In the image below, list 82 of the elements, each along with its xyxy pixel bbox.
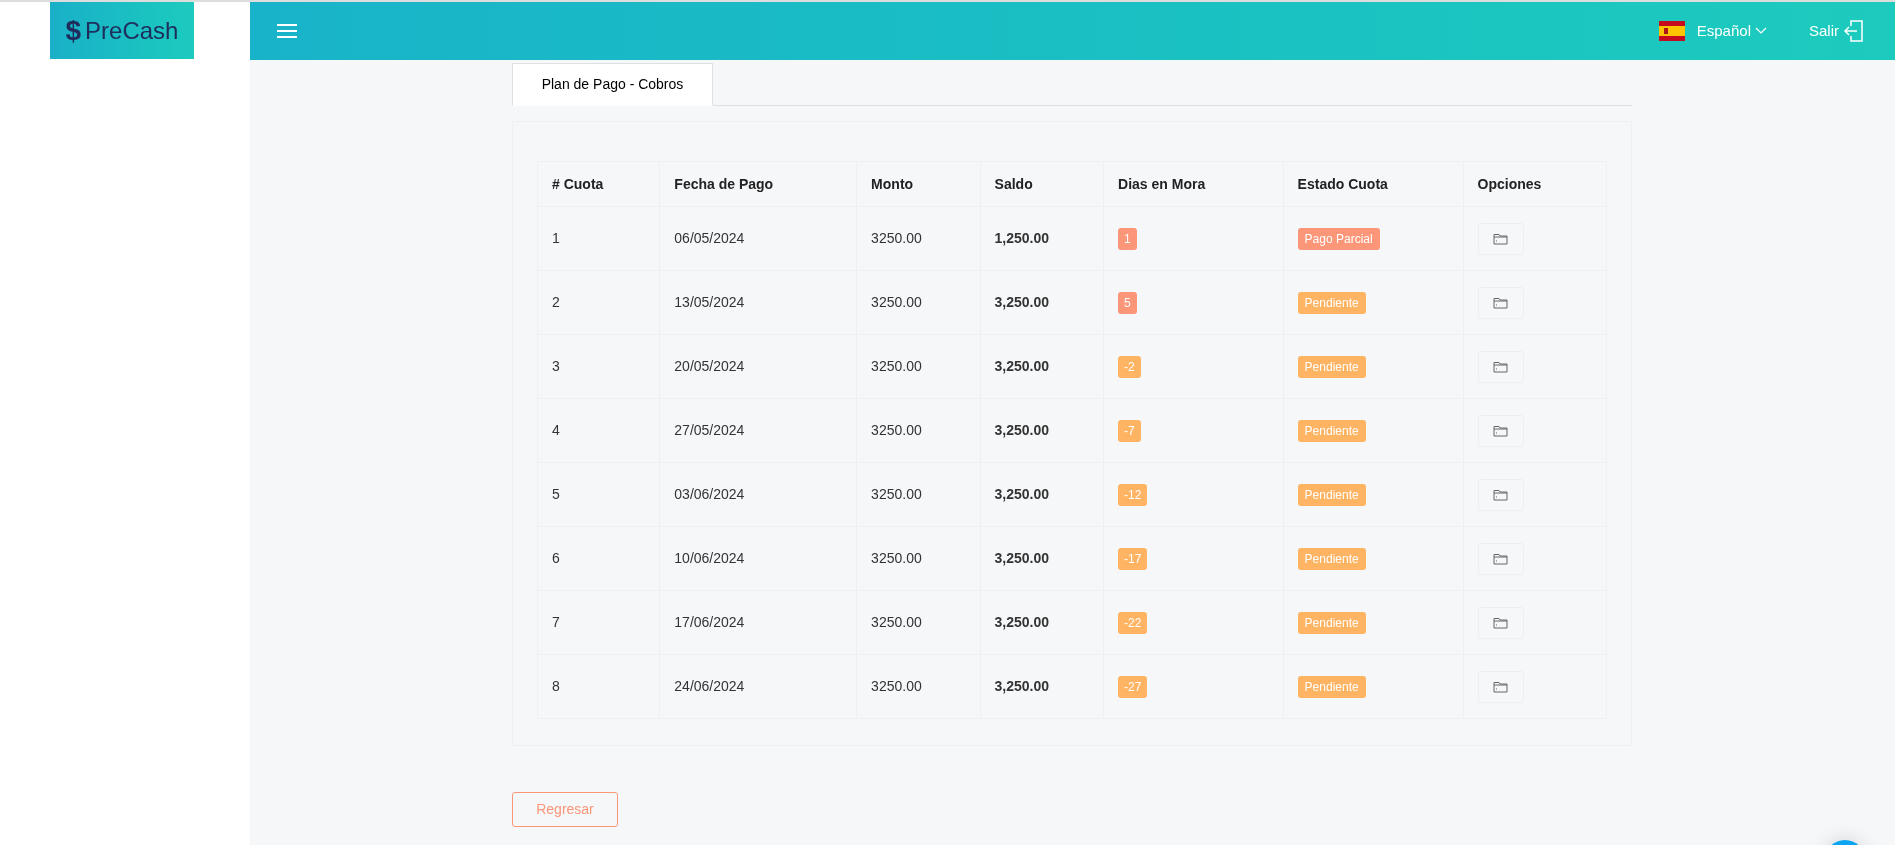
status-badge: Pendiente <box>1297 547 1366 570</box>
table-cell: 27/05/2024 <box>659 398 857 463</box>
table-cell: 13/05/2024 <box>659 270 857 335</box>
folder-button[interactable] <box>1477 606 1524 639</box>
table-cell: 3250.00 <box>856 462 981 527</box>
language-dropdown[interactable]: Español <box>1696 19 1767 43</box>
table-cell: 3,250.00 <box>980 398 1104 463</box>
table-cell: 20/05/2024 <box>659 334 857 399</box>
folder-button[interactable] <box>1477 670 1524 703</box>
status-badge: Pendiente <box>1297 611 1366 634</box>
folder-icon <box>1493 424 1509 437</box>
folder-icon <box>1493 552 1509 565</box>
back-button[interactable]: Regresar <box>512 792 618 827</box>
days-overdue-badge: -7 <box>1118 419 1141 442</box>
table-cell: 24/06/2024 <box>659 654 857 719</box>
table-cell: 2 <box>537 270 660 335</box>
folder-icon <box>1493 488 1509 501</box>
folder-button[interactable] <box>1477 414 1524 447</box>
days-overdue-badge: -22 <box>1118 611 1148 634</box>
column-header: Monto <box>856 161 981 207</box>
table-cell: 4 <box>537 398 660 463</box>
table-cell: 6 <box>537 526 660 591</box>
table-cell: 3250.00 <box>856 398 981 463</box>
table-cell: 3250.00 <box>856 270 981 335</box>
folder-icon <box>1493 296 1509 309</box>
menu-icon[interactable] <box>276 23 298 39</box>
column-header: Opciones <box>1463 161 1607 207</box>
table-cell: 1 <box>537 206 660 271</box>
folder-button[interactable] <box>1477 478 1524 511</box>
folder-icon <box>1493 616 1509 629</box>
column-header: # Cuota <box>537 161 660 207</box>
status-badge: Pago Parcial <box>1297 227 1380 250</box>
table-cell: 8 <box>537 654 660 719</box>
folder-button[interactable] <box>1477 350 1524 383</box>
column-header: Fecha de Pago <box>659 161 857 207</box>
folder-icon <box>1493 360 1509 373</box>
table-cell: 3250.00 <box>856 654 981 719</box>
table-cell: 3,250.00 <box>980 270 1104 335</box>
table-cell: 10/06/2024 <box>659 526 857 591</box>
folder-button[interactable] <box>1477 222 1524 255</box>
table-cell: 06/05/2024 <box>659 206 857 271</box>
column-header: Dias en Mora <box>1103 161 1284 207</box>
table-cell: 3,250.00 <box>980 462 1104 527</box>
status-badge: Pendiente <box>1297 291 1366 314</box>
table-cell: 3,250.00 <box>980 334 1104 399</box>
folder-button[interactable] <box>1477 542 1524 575</box>
folder-icon <box>1493 232 1509 245</box>
chevron-down-icon <box>1755 27 1767 35</box>
logo-text: PreCash <box>85 15 179 46</box>
days-overdue-badge: -27 <box>1118 675 1148 698</box>
table-cell: 3250.00 <box>856 526 981 591</box>
dollar-sign-icon: $ <box>65 9 82 52</box>
folder-icon <box>1493 680 1509 693</box>
logout-button[interactable]: Salir <box>1809 19 1863 43</box>
table-cell: 3 <box>537 334 660 399</box>
table-cell: 7 <box>537 590 660 655</box>
column-header: Estado Cuota <box>1283 161 1464 207</box>
table-cell: 3250.00 <box>856 590 981 655</box>
table-cell: 17/06/2024 <box>659 590 857 655</box>
status-badge: Pendiente <box>1297 355 1366 378</box>
tab[interactable]: Plan de Pago - Cobros <box>512 63 713 106</box>
logout-icon <box>1843 20 1863 42</box>
days-overdue-badge: -2 <box>1118 355 1141 378</box>
table-cell: 03/06/2024 <box>659 462 857 527</box>
table-cell: 3250.00 <box>856 206 981 271</box>
logo[interactable]: $PreCash <box>50 2 194 59</box>
folder-button[interactable] <box>1477 286 1524 319</box>
days-overdue-badge: 5 <box>1118 291 1137 314</box>
status-badge: Pendiente <box>1297 675 1366 698</box>
table-cell: 3250.00 <box>856 334 981 399</box>
table-cell: 1,250.00 <box>980 206 1104 271</box>
days-overdue-badge: 1 <box>1118 227 1137 250</box>
table-cell: 3,250.00 <box>980 654 1104 719</box>
status-badge: Pendiente <box>1297 483 1366 506</box>
days-overdue-badge: -12 <box>1118 483 1148 506</box>
table-cell: 3,250.00 <box>980 590 1104 655</box>
table-cell: 5 <box>537 462 660 527</box>
days-overdue-badge: -17 <box>1118 547 1148 570</box>
status-badge: Pendiente <box>1297 419 1366 442</box>
table-cell: 3,250.00 <box>980 526 1104 591</box>
spain-flag-icon <box>1658 21 1685 41</box>
column-header: Saldo <box>980 161 1104 207</box>
